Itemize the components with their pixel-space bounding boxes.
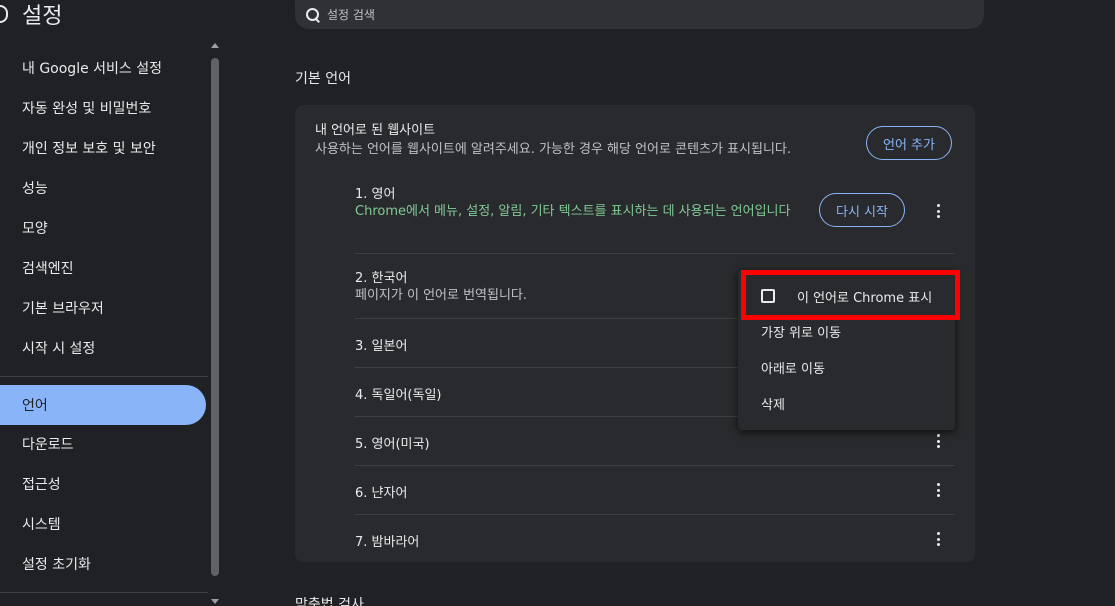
more-options-icon[interactable] [931, 530, 945, 548]
language-name: 4. 독일어(독일) [355, 388, 442, 403]
sidebar-item-label: 검색엔진 [22, 261, 74, 277]
sidebar-item-label: 자동 완성 및 비밀번호 [22, 101, 152, 117]
sidebar-item-privacy[interactable]: 개인 정보 보호 및 보안 [0, 128, 206, 168]
sidebar-item-languages[interactable]: 언어 [0, 385, 206, 425]
sidebar-item-label: 시스템 [22, 517, 61, 533]
sidebar-divider [0, 592, 208, 593]
sidebar-item-label: 기본 브라우저 [22, 301, 104, 317]
sidebar-item-label: 설정 초기화 [22, 557, 91, 573]
language-description: Chrome에서 메뉴, 설정, 알림, 기타 텍스트를 표시하는 데 사용되는… [355, 204, 791, 219]
language-options-menu: 이 언어로 Chrome 표시 가장 위로 이동 아래로 이동 삭제 [738, 270, 955, 430]
sidebar-item-label: 접근성 [22, 477, 61, 493]
menu-item-label: 가장 위로 이동 [761, 325, 842, 341]
section-title-languages: 기본 언어 [295, 71, 351, 87]
search-bar[interactable] [295, 0, 984, 29]
language-name: 7. 밤바라어 [355, 535, 420, 550]
language-name: 3. 일본어 [355, 339, 408, 354]
language-name: 5. 영어(미국) [355, 437, 430, 452]
sidebar-item-system[interactable]: 시스템 [0, 504, 206, 544]
sidebar-nav: 내 Google 서비스 설정 자동 완성 및 비밀번호 개인 정보 보호 및 … [0, 40, 208, 606]
menu-item-move-to-top[interactable]: 가장 위로 이동 [738, 313, 955, 349]
sidebar-item-label: 성능 [22, 181, 48, 197]
page-title: 설정 [22, 4, 63, 29]
section-title-spellcheck: 맞춤법 검사 [295, 597, 364, 606]
sidebar-divider [0, 376, 208, 377]
chrome-logo-icon [0, 5, 8, 23]
sidebar-item-label: 시작 시 설정 [22, 341, 96, 357]
scroll-thumb[interactable] [211, 58, 219, 576]
language-name: 2. 한국어 [355, 271, 408, 286]
sidebar-item-reset[interactable]: 설정 초기화 [0, 544, 206, 584]
checkbox[interactable] [761, 289, 775, 303]
scroll-down-arrow-icon[interactable] [211, 599, 219, 604]
sidebar-item-accessibility[interactable]: 접근성 [0, 464, 206, 504]
language-row: 7. 밤바라어 [355, 515, 955, 562]
sidebar-item-label: 개인 정보 보호 및 보안 [22, 141, 156, 157]
language-row: 1. 영어 Chrome에서 메뉴, 설정, 알림, 기타 텍스트를 표시하는 … [355, 171, 955, 254]
menu-item-label: 삭제 [761, 397, 785, 413]
menu-item-display-chrome-in-language[interactable]: 이 언어로 Chrome 표시 [738, 278, 955, 314]
scroll-up-arrow-icon[interactable] [211, 43, 219, 48]
sidebar-item-google-services[interactable]: 내 Google 서비스 설정 [0, 48, 206, 88]
sidebar-item-label: 언어 [22, 398, 48, 414]
card-description: 사용하는 언어를 웹사이트에 알려주세요. 가능한 경우 해당 언어로 콘텐츠가… [315, 142, 792, 157]
add-language-button[interactable]: 언어 추가 [866, 126, 952, 160]
sidebar-item-search-engine[interactable]: 검색엔진 [0, 248, 206, 288]
more-options-icon[interactable] [931, 202, 945, 220]
menu-item-label: 아래로 이동 [761, 361, 825, 377]
sidebar-item-downloads[interactable]: 다운로드 [0, 424, 206, 464]
language-name: 6. 냔자어 [355, 486, 408, 501]
search-input[interactable] [327, 7, 927, 22]
sidebar-item-label: 다운로드 [22, 437, 74, 453]
sidebar-item-autofill[interactable]: 자동 완성 및 비밀번호 [0, 88, 206, 128]
search-icon [305, 7, 321, 23]
app-header: 설정 [0, 0, 63, 29]
sidebar-item-on-startup[interactable]: 시작 시 설정 [0, 328, 206, 368]
sidebar-item-label: 모양 [22, 221, 48, 237]
more-options-icon[interactable] [931, 432, 945, 450]
restart-button[interactable]: 다시 시작 [819, 193, 905, 227]
more-options-icon[interactable] [931, 481, 945, 499]
language-row: 6. 냔자어 [355, 466, 955, 515]
sidebar-item-label: 내 Google 서비스 설정 [22, 61, 162, 77]
settings-app: 설정 내 Google 서비스 설정 자동 완성 및 비밀번호 개인 정보 보호… [0, 0, 1115, 606]
sidebar-item-performance[interactable]: 성능 [0, 168, 206, 208]
card-title: 내 언어로 된 웹사이트 [315, 123, 436, 138]
language-description: 페이지가 이 언어로 번역됩니다. [355, 288, 528, 303]
menu-item-label: 이 언어로 Chrome 표시 [797, 290, 933, 306]
sidebar-scrollbar[interactable] [208, 40, 222, 606]
menu-item-remove[interactable]: 삭제 [738, 385, 955, 421]
menu-item-move-down[interactable]: 아래로 이동 [738, 349, 955, 385]
sidebar-item-appearance[interactable]: 모양 [0, 208, 206, 248]
language-name: 1. 영어 [355, 187, 396, 202]
sidebar-item-default-browser[interactable]: 기본 브라우저 [0, 288, 206, 328]
